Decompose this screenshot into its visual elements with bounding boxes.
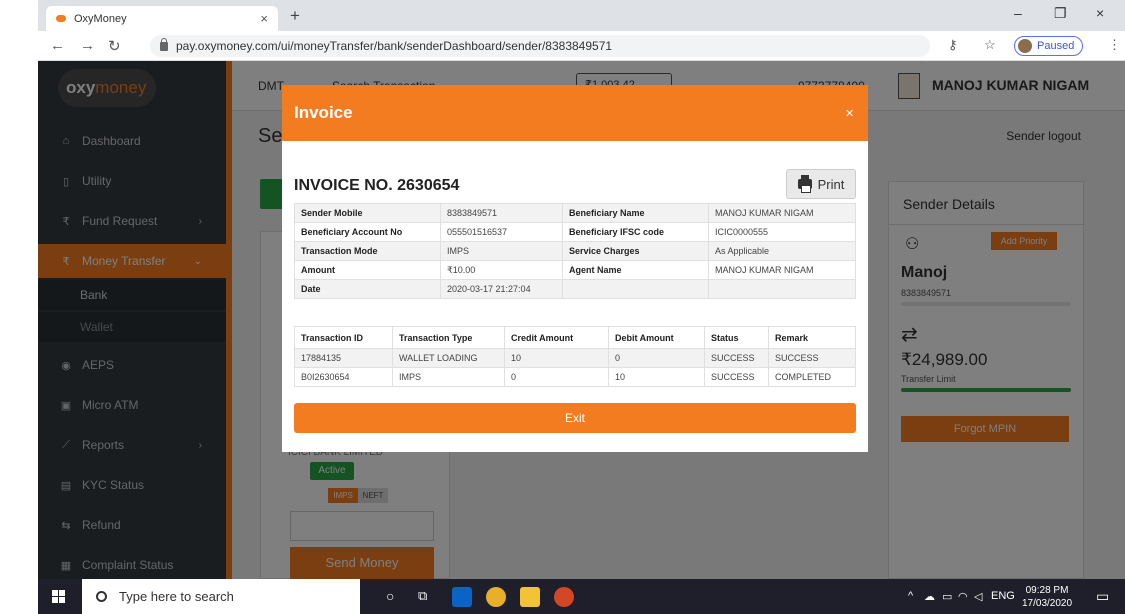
tab-title: OxyMoney	[74, 12, 127, 25]
notification-icon[interactable]: ▭	[1096, 588, 1109, 605]
tray-chevron-icon[interactable]: ^	[908, 590, 913, 602]
table-cell: Beneficiary IFSC code	[562, 222, 709, 242]
favicon-icon	[56, 15, 66, 22]
table-header-row: Transaction ID Transaction Type Credit A…	[294, 326, 856, 349]
table-cell: 0	[504, 367, 609, 387]
table-cell: SUCCESS	[704, 367, 769, 387]
table-cell: 8383849571	[440, 203, 563, 223]
column-header: Transaction Type	[392, 326, 505, 349]
taskbar-clock[interactable]: 09:28 PM 17/03/2020	[1022, 584, 1072, 610]
table-cell: IMPS	[392, 367, 505, 387]
battery-icon[interactable]: ▭	[942, 590, 952, 603]
column-header: Credit Amount	[504, 326, 609, 349]
table-cell: 17884135	[294, 348, 393, 368]
table-cell: ICIC0000555	[708, 222, 856, 242]
profile-button[interactable]: Paused	[1014, 36, 1084, 56]
table-cell	[562, 279, 709, 299]
windows-taskbar: Type here to search ○ ⧉ ^ ☁ ▭ ◠ ◁ ENG 09…	[38, 579, 1125, 614]
column-header: Debit Amount	[608, 326, 705, 349]
table-cell: 2020-03-17 21:27:04	[440, 279, 563, 299]
table-cell: MANOJ KUMAR NIGAM	[708, 260, 856, 280]
cortana-icon[interactable]: ○	[386, 588, 394, 604]
table-cell: Service Charges	[562, 241, 709, 261]
window-close-button[interactable]: ×	[1096, 5, 1104, 21]
modal-title: Invoice	[294, 103, 353, 122]
table-cell: Date	[294, 279, 441, 299]
table-cell: COMPLETED	[768, 367, 856, 387]
new-tab-button[interactable]: +	[290, 6, 300, 26]
star-icon[interactable]: ☆	[984, 37, 996, 53]
file-explorer-icon[interactable]	[520, 587, 540, 607]
language-indicator[interactable]: ENG	[991, 590, 1015, 602]
minimize-button[interactable]: –	[1014, 5, 1022, 21]
table-cell: Beneficiary Account No	[294, 222, 441, 242]
browser-tab[interactable]: OxyMoney ×	[46, 6, 278, 31]
lock-icon	[160, 37, 168, 51]
table-cell: IMPS	[440, 241, 563, 261]
table-cell: 055501516537	[440, 222, 563, 242]
modal-header: Invoice ×	[282, 85, 868, 141]
table-row: 17884135 WALLET LOADING 10 0 SUCCESS SUC…	[294, 348, 856, 368]
search-icon	[96, 591, 107, 602]
address-bar-row: ← → ↻ pay.oxymoney.com/ui/moneyTransfer/…	[38, 31, 1125, 61]
url-text: pay.oxymoney.com/ui/moneyTransfer/bank/s…	[176, 39, 613, 53]
exit-button[interactable]: Exit	[294, 403, 856, 433]
invoice-modal: Invoice × INVOICE NO. 2630654 Print Send…	[282, 85, 868, 452]
outlook-icon[interactable]	[452, 587, 472, 607]
url-field[interactable]: pay.oxymoney.com/ui/moneyTransfer/bank/s…	[150, 35, 930, 57]
profile-status: Paused	[1037, 40, 1075, 52]
table-row: Sender Mobile 8383849571 Beneficiary Nam…	[294, 203, 856, 223]
key-icon[interactable]: ⚷	[948, 37, 958, 53]
printer-icon	[797, 175, 812, 193]
invoice-number: INVOICE NO. 2630654	[294, 177, 460, 194]
table-cell: MANOJ KUMAR NIGAM	[708, 203, 856, 223]
table-cell: Beneficiary Name	[562, 203, 709, 223]
back-arrow-icon[interactable]: ←	[50, 37, 65, 54]
table-row: Beneficiary Account No 055501516537 Bene…	[294, 222, 856, 242]
avatar	[1018, 39, 1032, 53]
table-cell: Amount	[294, 260, 441, 280]
table-cell: 10	[504, 348, 609, 368]
reload-icon[interactable]: ↻	[108, 37, 121, 55]
powerpoint-icon[interactable]	[554, 587, 574, 607]
browser-tab-strip: OxyMoney × + – ❐ ×	[38, 0, 1125, 31]
onedrive-icon[interactable]: ☁	[924, 590, 935, 603]
table-cell: As Applicable	[708, 241, 856, 261]
close-icon[interactable]: ×	[845, 105, 854, 122]
table-cell: SUCCESS	[768, 348, 856, 368]
table-cell: 0	[608, 348, 705, 368]
table-cell: Sender Mobile	[294, 203, 441, 223]
column-header: Status	[704, 326, 769, 349]
table-cell: SUCCESS	[704, 348, 769, 368]
column-header: Remark	[768, 326, 856, 349]
table-cell	[708, 279, 856, 299]
taskbar-search-input[interactable]: Type here to search	[82, 579, 360, 614]
transactions-table: Transaction ID Transaction Type Credit A…	[294, 326, 856, 387]
table-cell: 10	[608, 367, 705, 387]
windows-start-icon[interactable]	[52, 590, 66, 604]
volume-icon[interactable]: ◁	[974, 590, 982, 603]
table-row: Date 2020-03-17 21:27:04	[294, 279, 856, 299]
invoice-details-table: Sender Mobile 8383849571 Beneficiary Nam…	[294, 203, 856, 299]
task-view-icon[interactable]: ⧉	[418, 588, 427, 604]
menu-kebab-icon[interactable]: ⋮	[1108, 37, 1121, 53]
column-header: Transaction ID	[294, 326, 393, 349]
table-cell: ₹10.00	[440, 260, 563, 280]
table-row: Transaction Mode IMPS Service Charges As…	[294, 241, 856, 261]
table-cell: Transaction Mode	[294, 241, 441, 261]
table-cell: B0I2630654	[294, 367, 393, 387]
wifi-icon[interactable]: ◠	[958, 590, 968, 603]
forward-arrow-icon[interactable]: →	[80, 37, 95, 54]
tab-close-icon[interactable]: ×	[260, 11, 268, 26]
table-row: Amount ₹10.00 Agent Name MANOJ KUMAR NIG…	[294, 260, 856, 280]
table-cell: WALLET LOADING	[392, 348, 505, 368]
table-cell: Agent Name	[562, 260, 709, 280]
table-row: B0I2630654 IMPS 0 10 SUCCESS COMPLETED	[294, 367, 856, 387]
chrome-icon[interactable]	[486, 587, 506, 607]
print-button[interactable]: Print	[786, 169, 856, 199]
restore-button[interactable]: ❐	[1054, 5, 1067, 22]
